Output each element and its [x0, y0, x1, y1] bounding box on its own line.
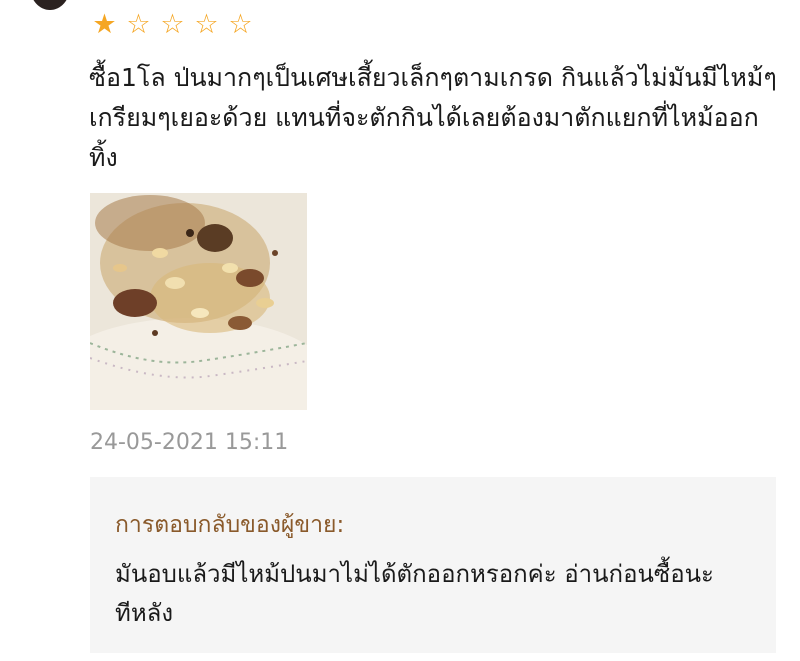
star-empty-icon: ☆: [160, 9, 185, 40]
review-text: ซื้อ1โล ป่นมากๆเป็นเศษเสี้ยวเล็กๆตามเกรด…: [89, 63, 777, 172]
star-empty-icon: ☆: [228, 9, 253, 40]
star-empty-icon: ☆: [194, 9, 219, 40]
review-photo[interactable]: [90, 193, 307, 410]
star-empty-icon: ☆: [126, 9, 151, 40]
review-date: 24-05-2021 15:11: [90, 430, 289, 455]
star-rating: ★ ☆ ☆ ☆ ☆: [89, 10, 256, 40]
review-card: ★ ☆ ☆ ☆ ☆ ซื้อ1โล ป่นมากๆเป็นเศษเสี้ยวเล็กๆต…: [0, 0, 800, 661]
star-filled-icon: ★: [92, 9, 117, 40]
avatar[interactable]: [30, 0, 70, 10]
review-photo-image: [90, 193, 307, 410]
seller-reply: การตอบกลับของผู้ขาย: มันอบแล้วมีไหม้ปนมา…: [90, 477, 776, 653]
seller-reply-text: มันอบแล้วมีไหม้ปนมาไม่ได้ตักออกหรอกค่ะ อ…: [115, 560, 714, 627]
seller-reply-title: การตอบกลับของผู้ขาย:: [115, 512, 345, 538]
